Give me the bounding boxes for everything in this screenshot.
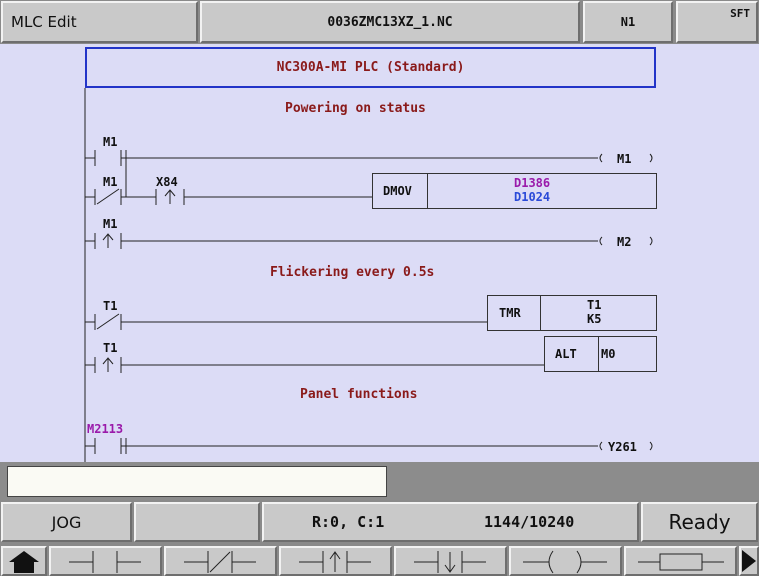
contact-label[interactable]: T1	[103, 299, 117, 313]
cursor-status-field: R:0, C:1 1144/10240	[262, 502, 639, 542]
command-input-row	[0, 462, 759, 500]
command-input[interactable]	[7, 466, 387, 497]
contact-label[interactable]: M1	[103, 217, 117, 231]
insert-normally-open-contact-button[interactable]	[49, 546, 162, 576]
insert-rising-edge-contact-button[interactable]	[279, 546, 392, 576]
alt-operand: M0	[601, 347, 616, 361]
home-icon	[9, 551, 39, 573]
output-coil-icon	[523, 550, 607, 574]
instruction-name: DMOV	[383, 184, 412, 198]
section-comment: Flickering every 0.5s	[270, 265, 435, 280]
timer-preset: K5	[587, 312, 602, 326]
coil-right-paren	[649, 441, 653, 451]
channel-indicator: N1	[583, 1, 673, 43]
status-empty-field	[134, 502, 260, 542]
mode-title: MLC Edit	[1, 1, 198, 43]
contact-label[interactable]: M1	[103, 135, 117, 149]
normally-open-contact-icon	[69, 551, 141, 573]
insert-falling-edge-contact-button[interactable]	[394, 546, 507, 576]
tmr-instruction-block[interactable]: TMR T1 K5	[487, 295, 657, 331]
coil-right-paren	[649, 236, 653, 246]
insert-normally-closed-contact-button[interactable]	[164, 546, 277, 576]
insert-output-coil-button[interactable]	[509, 546, 622, 576]
coil-left-paren	[599, 441, 603, 451]
contact-label[interactable]: M2113	[87, 422, 123, 436]
title-bar: MLC Edit 0036ZMC13XZ_1.NC N1 SFT	[0, 0, 759, 44]
plc-program-banner: NC300A-MI PLC (Standard)	[85, 47, 656, 88]
section-comment: Panel functions	[300, 387, 418, 402]
coil-left-paren	[599, 153, 603, 163]
system-state: Ready	[641, 502, 758, 542]
falling-edge-contact-icon	[414, 551, 486, 573]
alt-instruction-block[interactable]: ALT M0	[544, 336, 657, 372]
function-block-icon	[638, 553, 724, 571]
normally-closed-contact-icon	[184, 551, 256, 573]
next-page-arrow-icon	[742, 550, 756, 572]
dmov-instruction-block[interactable]: DMOV D1386 D1024	[372, 173, 657, 209]
coil-label[interactable]: M2	[617, 235, 631, 249]
instruction-name: ALT	[555, 347, 577, 361]
insert-function-block-button[interactable]	[624, 546, 737, 576]
home-button[interactable]	[1, 546, 47, 576]
contact-slash	[96, 313, 120, 330]
instruction-name: TMR	[499, 306, 521, 320]
coil-label[interactable]: Y261	[608, 440, 637, 454]
ladder-editor[interactable]: NC300A-MI PLC (Standard) Powering on sta…	[0, 44, 759, 462]
operand-source: D1386	[514, 176, 551, 190]
coil-left-paren	[599, 236, 603, 246]
cursor-position: R:0, C:1	[312, 513, 385, 531]
coil-right-paren	[649, 153, 653, 163]
program-filename: 0036ZMC13XZ_1.NC	[200, 1, 580, 43]
contact-slash	[96, 188, 120, 205]
timer-operand: T1	[587, 298, 602, 312]
coil-label[interactable]: M1	[617, 152, 631, 166]
contact-label[interactable]: X84	[156, 175, 178, 189]
contact-label[interactable]: M1	[103, 175, 117, 189]
rising-edge-contact-icon	[299, 551, 371, 573]
softkey-bar	[0, 544, 759, 576]
contact-label[interactable]: T1	[103, 341, 117, 355]
step-count: 1144/10240	[484, 513, 575, 531]
operation-mode: JOG	[1, 502, 132, 542]
section-comment: Powering on status	[285, 101, 426, 116]
operand-destination: D1024	[514, 190, 551, 204]
next-page-button[interactable]	[739, 546, 759, 576]
shift-indicator: SFT	[676, 1, 758, 43]
status-bar: JOG R:0, C:1 1144/10240 Ready	[0, 500, 759, 544]
